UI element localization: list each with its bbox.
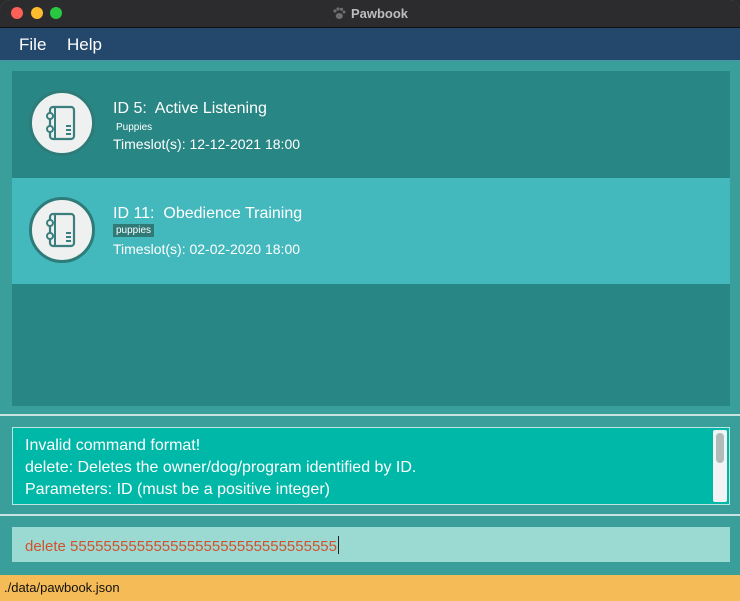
text-caret xyxy=(338,536,339,554)
program-title: ID 5: Active Listening xyxy=(113,100,267,117)
program-card[interactable]: ID 5: Active Listening Puppies Timeslot(… xyxy=(12,71,730,177)
scrollbar-thumb[interactable] xyxy=(716,433,724,463)
result-display[interactable]: Invalid command format! delete: Deletes … xyxy=(12,427,730,505)
notebook-icon xyxy=(29,90,95,156)
program-list[interactable]: ID 5: Active Listening Puppies Timeslot(… xyxy=(12,71,730,406)
menu-bar: File Help xyxy=(0,28,740,62)
result-scrollbar[interactable] xyxy=(713,430,727,502)
menu-help[interactable]: Help xyxy=(67,35,102,55)
program-title: ID 11: Obedience Training xyxy=(113,205,303,222)
main-panel: ID 5: Active Listening Puppies Timeslot(… xyxy=(0,62,740,575)
status-bar: ./data/pawbook.json xyxy=(0,575,740,601)
window-title: Pawbook xyxy=(0,6,740,21)
program-timeslot: Timeslot(s): 12-12-2021 18:00 xyxy=(113,136,301,152)
command-input[interactable]: delete 55555555555555555555555555555555 xyxy=(12,527,730,562)
command-input-text: delete 55555555555555555555555555555555 xyxy=(25,536,339,555)
app-window: Pawbook File Help ID 5: Active Listening… xyxy=(0,0,740,601)
result-line: Parameters: ID (must be a positive integ… xyxy=(25,481,331,498)
data-file-path: ./data/pawbook.json xyxy=(4,580,120,595)
program-card-selected[interactable]: ID 11: Obedience Training puppies Timesl… xyxy=(12,178,730,284)
section-divider xyxy=(0,514,740,516)
program-tag: Puppies xyxy=(116,122,153,133)
title-bar: Pawbook xyxy=(0,0,740,28)
command-value: delete 55555555555555555555555555555555 xyxy=(25,538,337,555)
window-title-text: Pawbook xyxy=(350,6,409,21)
notebook-icon xyxy=(29,197,95,263)
section-divider xyxy=(0,414,740,416)
program-timeslot: Timeslot(s): 02-02-2020 18:00 xyxy=(113,241,301,257)
paw-icon xyxy=(333,7,346,19)
result-line: Invalid command format! xyxy=(25,437,201,454)
program-tag: puppies xyxy=(113,224,155,237)
result-message: Invalid command format! delete: Deletes … xyxy=(25,435,416,501)
result-line: delete: Deletes the owner/dog/program id… xyxy=(25,459,417,476)
menu-file[interactable]: File xyxy=(19,35,46,55)
